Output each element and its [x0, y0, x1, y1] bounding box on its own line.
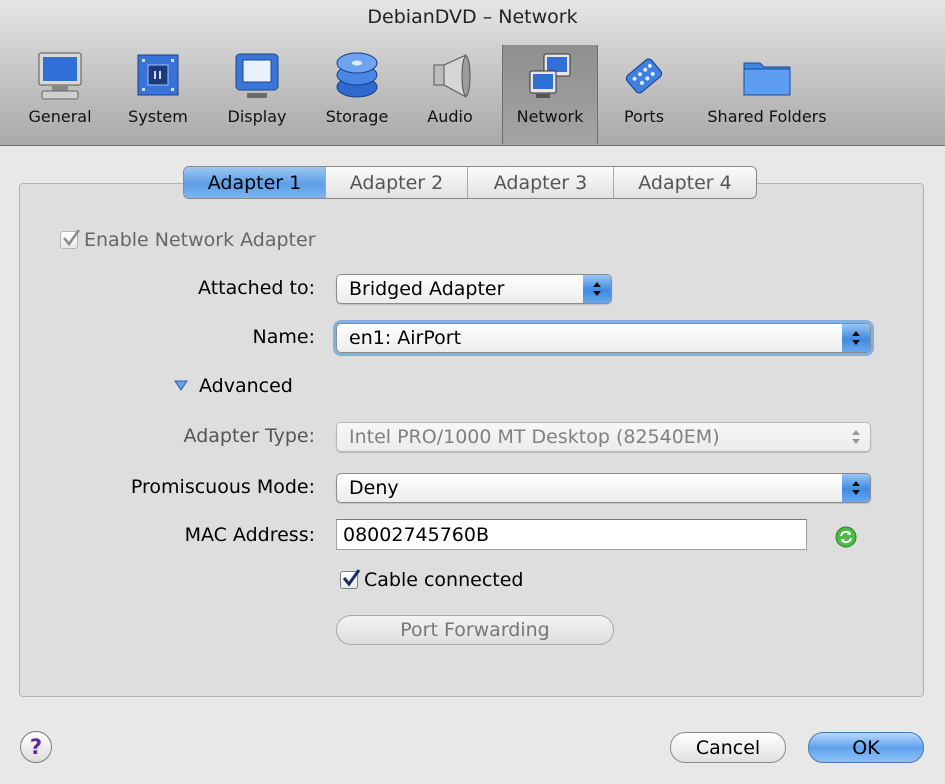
- help-button[interactable]: ?: [20, 731, 52, 763]
- toolbar-label-audio: Audio: [427, 107, 473, 126]
- promiscuous-mode-label: Promiscuous Mode:: [130, 476, 315, 498]
- adapter-type-label: Adapter Type:: [183, 425, 315, 447]
- toolbar-item-network[interactable]: Network: [502, 45, 598, 144]
- window-title: DebianDVD – Network: [367, 6, 578, 28]
- toolbar-label-display: Display: [227, 107, 287, 126]
- disks-icon: [333, 51, 381, 105]
- name-value: en1: AirPort: [349, 327, 462, 349]
- toolbar-label-general: General: [28, 107, 92, 126]
- select-arrows-icon: [842, 423, 870, 451]
- advanced-disclosure[interactable]: Advanced: [173, 375, 293, 397]
- toolbar-item-display[interactable]: Display: [214, 45, 300, 144]
- cable-connected-label: Cable connected: [364, 569, 524, 591]
- speaker-icon: [426, 51, 474, 105]
- toolbar-label-system: System: [128, 107, 188, 126]
- toolbar-label-shared-folders: Shared Folders: [707, 107, 827, 126]
- select-arrows-icon: [842, 324, 870, 352]
- mac-address-field[interactable]: 08002745760B: [336, 519, 807, 550]
- adapter-tabs: Adapter 1 Adapter 2 Adapter 3 Adapter 4: [183, 166, 757, 199]
- port-connector-icon: [620, 51, 668, 105]
- cable-connected-checkbox[interactable]: [340, 569, 361, 589]
- cancel-button[interactable]: Cancel: [670, 732, 786, 763]
- mac-address-label: MAC Address:: [184, 524, 315, 546]
- enable-network-adapter-label: Enable Network Adapter: [84, 229, 316, 251]
- folder-icon: [741, 51, 793, 105]
- toolbar-item-shared-folders[interactable]: Shared Folders: [694, 45, 840, 144]
- name-select[interactable]: en1: AirPort: [336, 323, 871, 353]
- attached-to-select[interactable]: Bridged Adapter: [336, 274, 612, 304]
- select-arrows-icon: [842, 474, 870, 502]
- chip-icon: [134, 51, 182, 105]
- refresh-mac-icon[interactable]: [835, 526, 857, 552]
- toolbar-item-general[interactable]: General: [18, 45, 102, 144]
- toolbar-label-network: Network: [516, 107, 584, 126]
- enable-network-adapter-checkbox[interactable]: [60, 229, 81, 249]
- display-icon: [233, 51, 281, 105]
- tab-adapter-2[interactable]: Adapter 2: [325, 167, 467, 198]
- ok-button[interactable]: OK: [808, 732, 924, 763]
- toolbar-label-ports: Ports: [623, 107, 665, 126]
- toolbar-item-ports[interactable]: Ports: [608, 45, 680, 144]
- tab-adapter-1[interactable]: Adapter 1: [184, 167, 325, 198]
- attached-to-value: Bridged Adapter: [349, 278, 505, 300]
- monitor-icon: [36, 51, 84, 105]
- toolbar-item-storage[interactable]: Storage: [314, 45, 400, 144]
- adapter-type-value: Intel PRO/1000 MT Desktop (82540EM): [349, 426, 720, 448]
- attached-to-label: Attached to:: [198, 277, 315, 299]
- toolbar-label-storage: Storage: [325, 107, 389, 126]
- tab-adapter-4[interactable]: Adapter 4: [613, 167, 756, 198]
- toolbar-item-audio[interactable]: Audio: [412, 45, 488, 144]
- help-icon: ?: [29, 735, 43, 759]
- network-icon: [526, 51, 574, 105]
- advanced-label: Advanced: [199, 375, 293, 397]
- tab-adapter-3[interactable]: Adapter 3: [467, 167, 613, 198]
- mac-address-value: 08002745760B: [343, 523, 490, 546]
- promiscuous-mode-select[interactable]: Deny: [336, 473, 871, 503]
- checkmark-icon: [342, 569, 361, 587]
- promiscuous-mode-value: Deny: [349, 477, 399, 499]
- window-toolbar-area: DebianDVD – Network General System Displ…: [0, 0, 945, 146]
- checkmark-icon: [63, 229, 81, 247]
- cable-connected-row: Cable connected: [340, 569, 523, 591]
- toolbar-item-system[interactable]: System: [118, 45, 198, 144]
- adapter-type-select[interactable]: Intel PRO/1000 MT Desktop (82540EM): [336, 422, 871, 452]
- select-arrows-icon: [583, 275, 611, 303]
- enable-network-adapter-row: Enable Network Adapter: [60, 229, 316, 251]
- name-label: Name:: [252, 326, 315, 348]
- disclosure-triangle-icon: [173, 375, 189, 397]
- port-forwarding-button[interactable]: Port Forwarding: [336, 615, 614, 645]
